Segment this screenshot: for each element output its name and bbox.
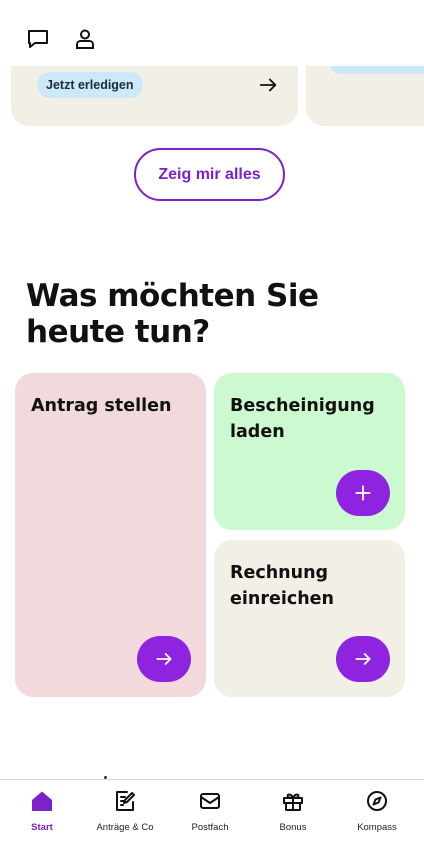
chat-icon[interactable] — [25, 26, 51, 52]
gift-icon — [280, 788, 306, 814]
nav-label: Postfach — [191, 822, 229, 833]
tile-label: Antrag stellen — [31, 393, 171, 419]
mail-icon — [197, 788, 223, 814]
show-all-button[interactable]: Zeig mir alles — [134, 148, 285, 201]
tile-label-line: Bescheinigung — [230, 396, 375, 416]
top-bar — [0, 0, 424, 66]
section-title-line2: heute tun? — [26, 314, 210, 350]
nav-item-bonus[interactable]: Bonus — [253, 788, 333, 838]
section-title: Was möchten Sie heute tun? — [26, 278, 356, 350]
tile-label-line: einreichen — [230, 589, 334, 609]
nav-item-antraege[interactable]: Anträge & Co — [85, 788, 165, 838]
tile-label-line: laden — [230, 422, 285, 442]
plus-icon[interactable] — [336, 470, 390, 516]
tile-label: Rechnung einreichen — [230, 560, 334, 612]
nav-item-kompass[interactable]: Kompass — [337, 788, 417, 838]
nav-item-start[interactable]: Start — [2, 788, 82, 838]
arrow-right-icon[interactable] — [257, 74, 279, 96]
nav-label: Anträge & Co — [96, 822, 154, 833]
edit-document-icon — [112, 788, 138, 814]
nav-label: Kompass — [357, 822, 397, 833]
tile-label-line: Rechnung — [230, 563, 329, 583]
tile-antrag-stellen[interactable]: Antrag stellen — [15, 373, 206, 697]
tile-rechnung-einreichen[interactable]: Rechnung einreichen — [214, 540, 405, 697]
todo-status-chip: Jetzt erledigen — [37, 72, 143, 98]
tile-bescheinigung-laden[interactable]: Bescheinigung laden — [214, 373, 405, 530]
arrow-right-icon[interactable] — [137, 636, 191, 682]
nav-label: Start — [31, 822, 53, 833]
arrow-right-icon[interactable] — [336, 636, 390, 682]
user-icon[interactable] — [72, 26, 98, 52]
bottom-navigation: Start Anträge & Co Postfach Bonus Kompas… — [0, 779, 424, 867]
nav-item-postfach[interactable]: Postfach — [170, 788, 250, 838]
home-icon — [29, 788, 55, 814]
tile-label: Bescheinigung laden — [230, 393, 375, 445]
tile-label-line: Antrag stellen — [31, 396, 172, 416]
nav-label: Bonus — [279, 822, 307, 833]
compass-icon — [364, 788, 390, 814]
section-title-line1: Was möchten Sie — [26, 278, 319, 314]
